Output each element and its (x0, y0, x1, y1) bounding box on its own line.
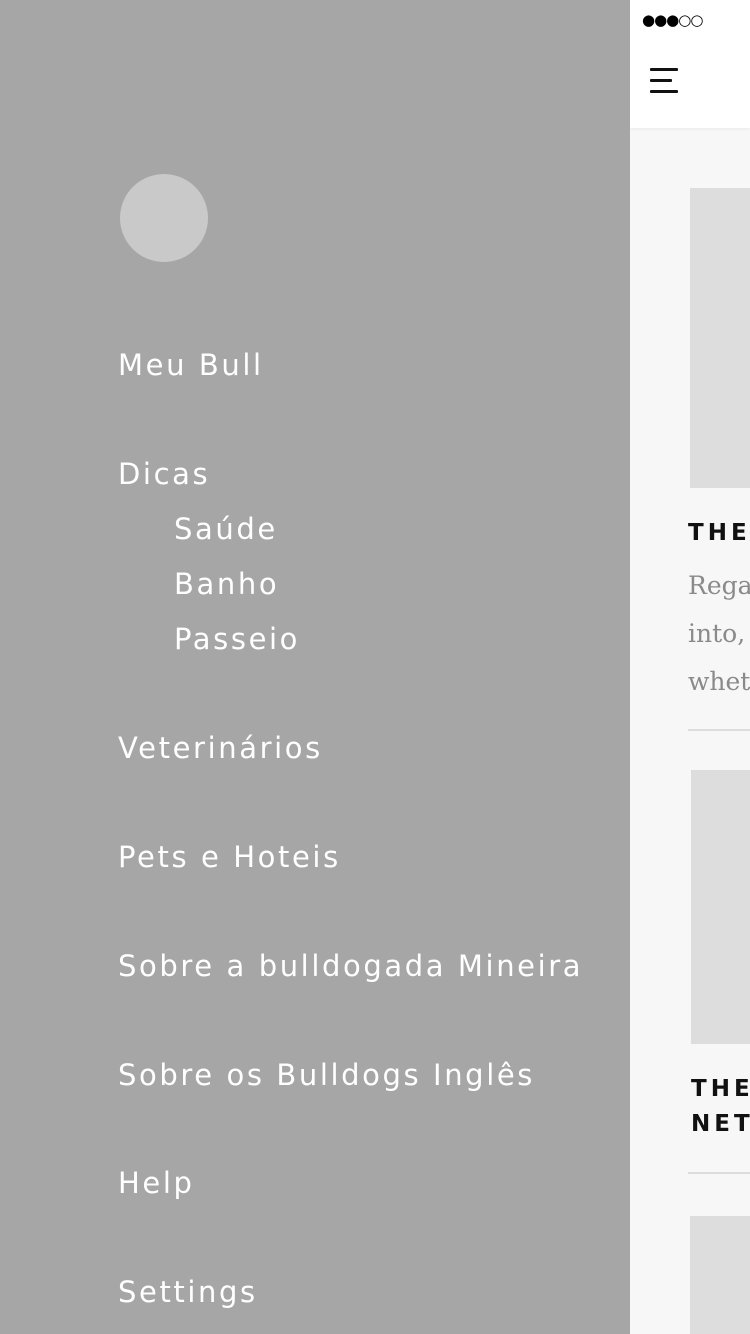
main-content: ●●●○○ THE Rega into, whet THE NET (630, 0, 750, 1334)
divider (688, 729, 750, 731)
menu-subitem-banho[interactable]: Banho (174, 567, 279, 601)
card-title[interactable]: THE (691, 1072, 750, 1106)
menu-item-dicas[interactable]: Dicas (118, 457, 210, 491)
menu-item-settings[interactable]: Settings (118, 1275, 258, 1309)
menu-subitem-passeio[interactable]: Passeio (174, 622, 300, 656)
card-excerpt-line: into, (688, 619, 746, 648)
menu-item-meu-bull[interactable]: Meu Bull (118, 348, 264, 382)
menu-subitem-saude[interactable]: Saúde (174, 512, 278, 546)
menu-item-sobre-bulldogs[interactable]: Sobre os Bulldogs Inglês (118, 1058, 535, 1092)
menu-item-veterinarios[interactable]: Veterinários (118, 731, 323, 765)
navigation-drawer: Meu Bull Dicas Saúde Banho Passeio Veter… (0, 0, 630, 1334)
top-bar: ●●●○○ (630, 0, 750, 128)
card-title[interactable]: THE (688, 516, 750, 550)
card-excerpt-line: whet (688, 667, 750, 696)
card-image[interactable] (690, 188, 750, 488)
menu-item-help[interactable]: Help (118, 1166, 195, 1200)
card-title[interactable]: NET (691, 1107, 750, 1141)
menu-item-sobre-bulldogada[interactable]: Sobre a bulldogada Mineira (118, 949, 583, 983)
signal-strength-icon: ●●●○○ (642, 11, 703, 29)
card-excerpt-line: Rega (688, 571, 750, 600)
card-image[interactable] (690, 1216, 750, 1334)
divider (688, 1172, 750, 1174)
card-image[interactable] (691, 770, 750, 1044)
avatar[interactable] (120, 174, 208, 262)
hamburger-menu-icon[interactable] (650, 68, 680, 96)
menu-item-pets-e-hoteis[interactable]: Pets e Hoteis (118, 840, 341, 874)
